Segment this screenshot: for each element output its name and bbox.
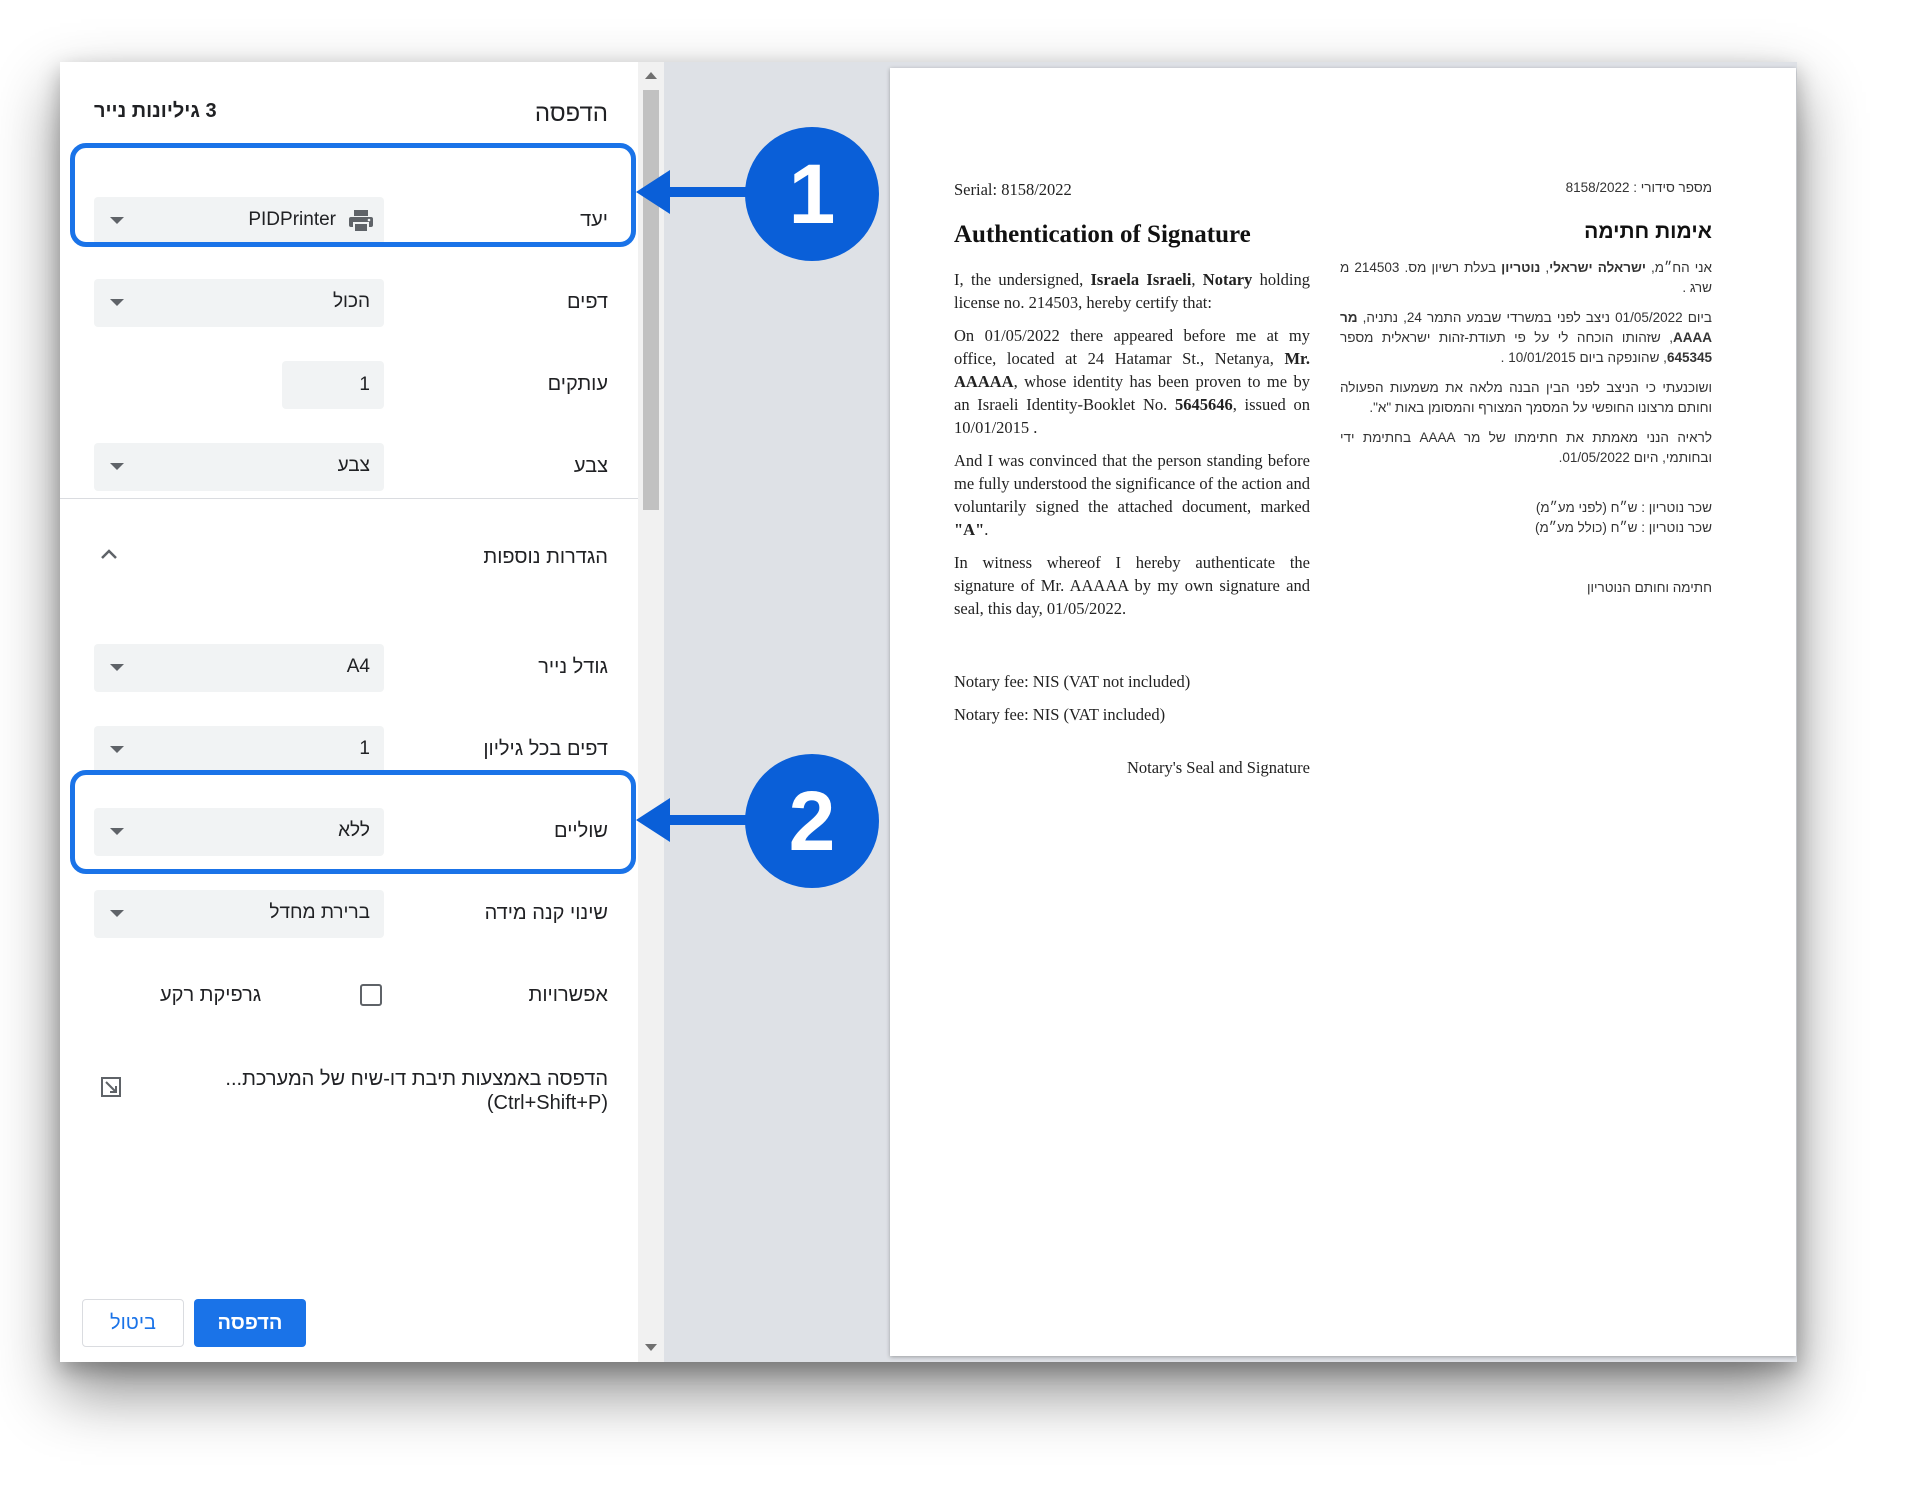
scroll-down-arrow-icon[interactable] <box>645 1344 657 1351</box>
background-graphics-label: גרפיקת רקע <box>160 984 262 1006</box>
doc-title-en: Authentication of Signature <box>954 221 1251 248</box>
copies-label: עותקים <box>547 373 608 395</box>
print-button[interactable]: הדפסה <box>194 1299 306 1347</box>
doc-paragraph-4-he: לראיה הנני מאמתת את חתימתו של מר AAAA בח… <box>1340 430 1713 465</box>
copies-input[interactable] <box>282 361 384 409</box>
system-dialog-shortcut: (Ctrl+Shift+P) <box>486 1092 608 1114</box>
scroll-up-arrow-icon[interactable] <box>645 72 657 79</box>
settings-scrollbar[interactable] <box>638 62 664 1362</box>
callout-badge-1: 1 <box>745 127 879 261</box>
doc-paragraph-2-en: On 01/05/2022 there appeared before me a… <box>954 326 1310 437</box>
chevron-down-icon <box>110 299 124 306</box>
paper-size-label: גודל נייר <box>538 656 608 678</box>
sheet-count: 3 גיליונות נייר <box>94 100 217 122</box>
doc-paragraph-2-he: ביום 01/05/2022 ניצב לפני במשרדי שבמע הת… <box>1340 310 1713 365</box>
doc-paragraph-4-en: In witness whereof I hereby authenticate… <box>954 553 1310 618</box>
doc-fee-1-en: Notary fee: NIS (VAT not included) <box>954 672 1191 691</box>
highlight-box-margins <box>70 770 636 874</box>
doc-paragraph-3-en: And I was convinced that the person stan… <box>954 451 1310 539</box>
arrow-head-2 <box>636 798 670 842</box>
chevron-down-icon <box>110 463 124 470</box>
background-graphics-checkbox[interactable] <box>360 984 382 1006</box>
print-title: הדפסה <box>534 100 608 127</box>
scale-row: שינוי קנה מידה ברירת מחדל <box>60 890 638 940</box>
doc-serial-en: Serial: 8158/2022 <box>954 180 1072 199</box>
doc-title-he: אימות חתימה <box>1584 220 1712 243</box>
color-select[interactable]: צבע <box>94 443 384 491</box>
pages-per-sheet-label: דפים בכל גיליון <box>483 738 608 760</box>
copies-row: עותקים <box>60 361 638 411</box>
document-english-column: Serial: 8158/2022 Authentication of Sign… <box>954 178 1310 779</box>
pages-label: דפים <box>566 291 608 313</box>
doc-paragraph-1-he: אני הח״מ, ישראלה ישראלי, נוטריון בעלת רש… <box>1340 260 1712 295</box>
pages-select[interactable]: הכול <box>94 279 384 327</box>
color-label: צבע <box>573 455 608 477</box>
options-row: אפשרויות גרפיקת רקע <box>60 972 638 1022</box>
pages-value: הכול <box>332 291 370 312</box>
cancel-button[interactable]: ביטול <box>82 1299 184 1347</box>
doc-sign-he: חתימה וחותם הנוטריון <box>1586 580 1712 595</box>
arrow-head-1 <box>636 170 670 214</box>
doc-serial-he: מספר סידורי : 8158/2022 <box>1565 180 1712 195</box>
callout-badge-2: 2 <box>745 754 879 888</box>
color-row: צבע צבע <box>60 443 638 493</box>
paper-size-value: A4 <box>346 656 370 677</box>
scale-value: ברירת מחדל <box>269 902 370 923</box>
chevron-down-icon <box>110 664 124 671</box>
more-settings-toggle[interactable]: הגדרות נוספות <box>60 542 638 582</box>
doc-fee-2-en: Notary fee: NIS (VAT included) <box>954 705 1166 724</box>
pages-per-sheet-row: דפים בכל גיליון 1 <box>60 726 638 776</box>
doc-seal-en: Notary's Seal and Signature <box>1126 758 1310 777</box>
system-dialog-link[interactable]: הדפסה באמצעות תיבת דו-שיח של המערכת... (… <box>225 1067 608 1115</box>
pages-row: דפים הכול <box>60 279 638 329</box>
chevron-down-icon <box>110 910 124 917</box>
more-settings-label: הגדרות נוספות <box>483 546 608 568</box>
scale-select[interactable]: ברירת מחדל <box>94 890 384 938</box>
color-value: צבע <box>337 455 370 476</box>
system-dialog-text: הדפסה באמצעות תיבת דו-שיח של המערכת... <box>225 1068 608 1090</box>
doc-paragraph-3-he: ושוכנעתי כי הניצב לפני הבין הבנה מלאה את… <box>1340 380 1712 415</box>
pages-per-sheet-value: 1 <box>359 738 370 759</box>
print-settings-panel: הדפסה 3 גיליונות נייר יעד PIDPrinter דפי… <box>60 62 638 1362</box>
print-dialog-window: הדפסה 3 גיליונות נייר יעד PIDPrinter דפי… <box>60 62 1797 1362</box>
options-label: אפשרויות <box>528 984 608 1006</box>
scale-label: שינוי קנה מידה <box>484 902 608 924</box>
document-preview-page: Serial: 8158/2022 Authentication of Sign… <box>890 68 1796 1356</box>
paper-size-select[interactable]: A4 <box>94 644 384 692</box>
section-divider <box>60 498 638 499</box>
doc-fee-1-he: שכר נוטריון : ש״ח (לפני מע״מ) <box>1535 500 1712 515</box>
document-hebrew-column: מספר סידורי : 8158/2022 אימות חתימה אני … <box>1340 178 1712 598</box>
doc-fee-2-he: שכר נוטריון : ש״ח (כולל מע״מ) <box>1534 520 1712 535</box>
pages-per-sheet-select[interactable]: 1 <box>94 726 384 774</box>
doc-paragraph-1-en: I, the undersigned, Israela Israeli, Not… <box>954 270 1311 312</box>
scrollbar-thumb[interactable] <box>643 90 659 510</box>
paper-size-row: גודל נייר A4 <box>60 644 638 694</box>
highlight-box-destination <box>70 143 636 247</box>
open-in-new-icon[interactable] <box>100 1076 122 1098</box>
chevron-up-icon <box>101 549 117 559</box>
chevron-down-icon <box>110 746 124 753</box>
